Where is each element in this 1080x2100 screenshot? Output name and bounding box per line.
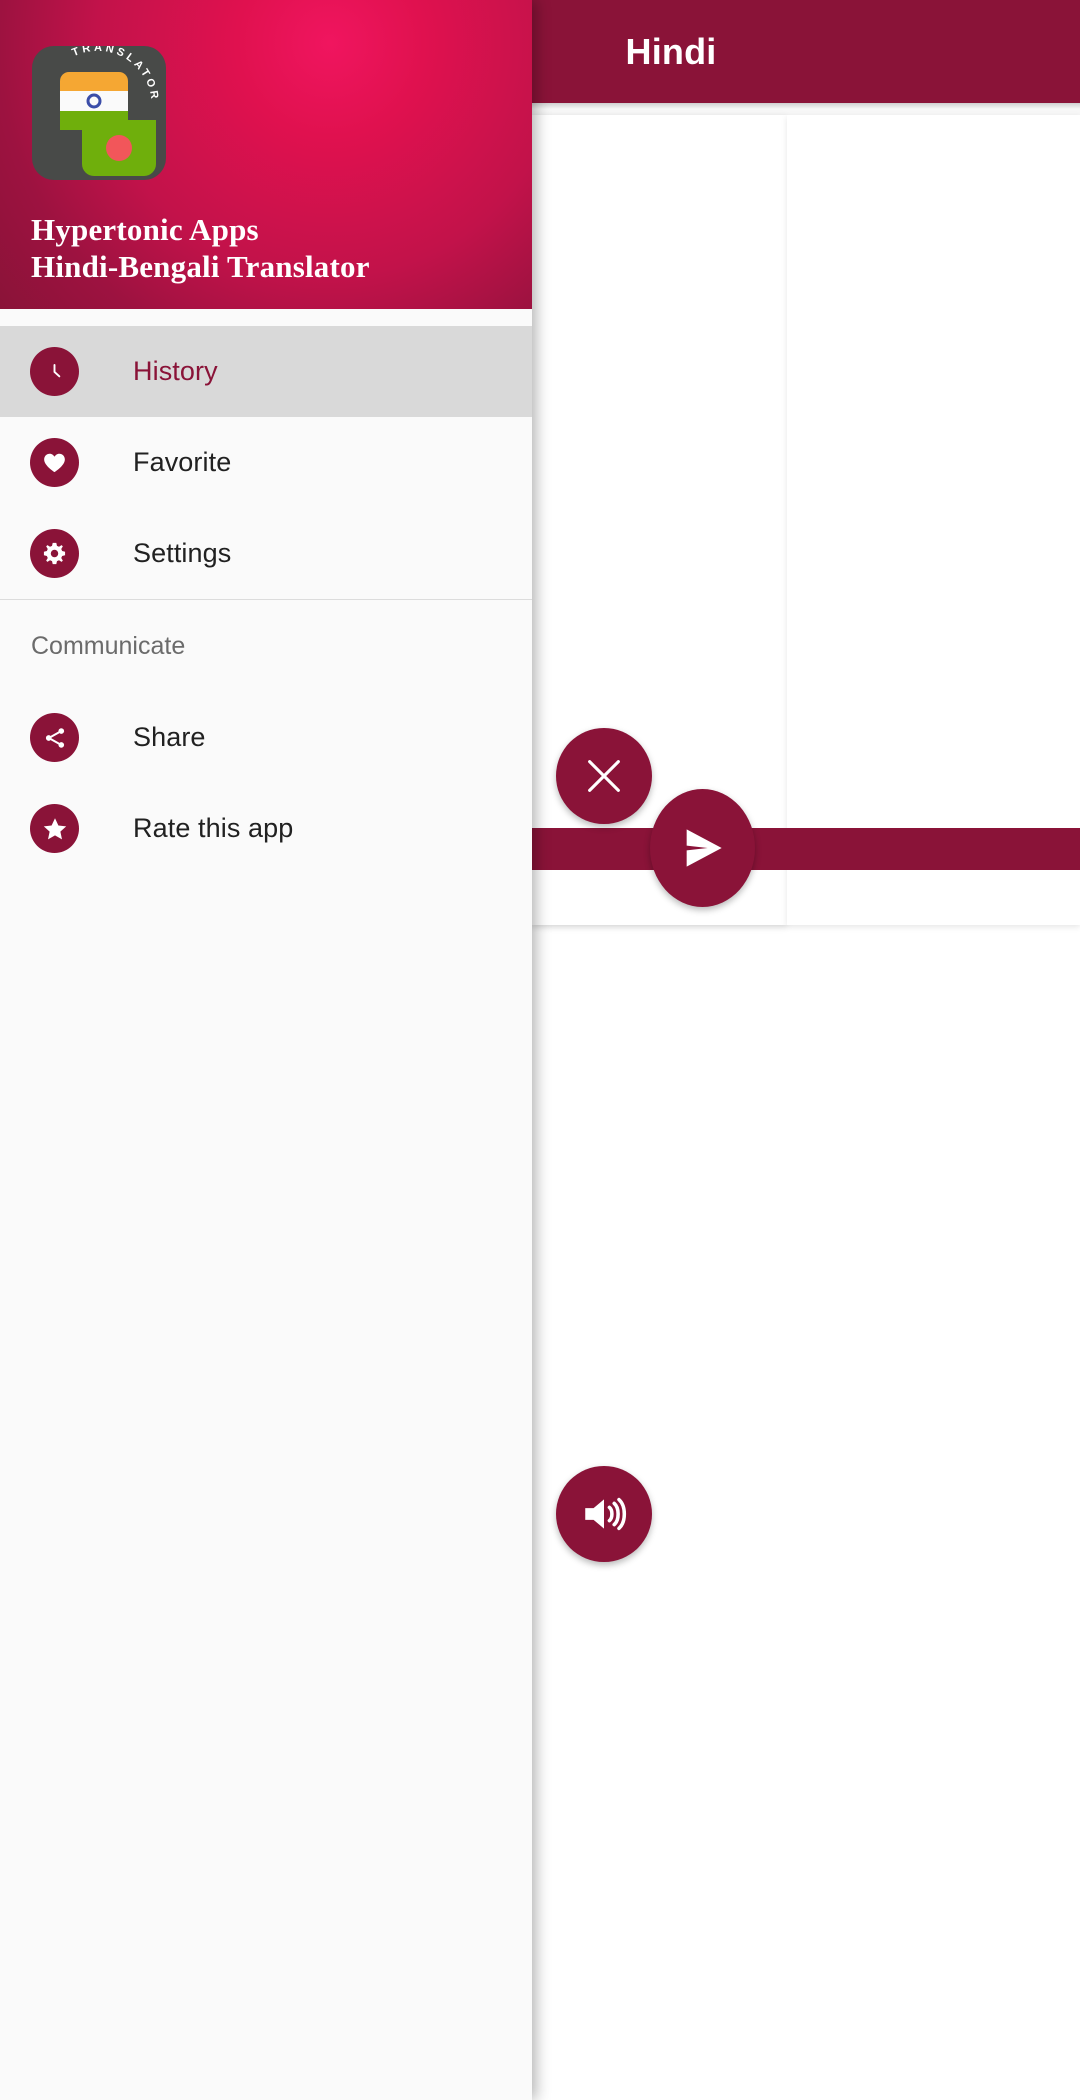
close-icon — [588, 760, 620, 792]
app-logo-icon: TRANSLATOR — [32, 46, 166, 180]
volume-icon — [585, 1497, 627, 1531]
speak-button[interactable] — [556, 1466, 652, 1562]
drawer-spacer — [0, 309, 532, 326]
drawer-developer-name: Hypertonic Apps — [31, 212, 259, 247]
clear-button[interactable] — [556, 728, 652, 824]
input-card-right[interactable] — [787, 115, 1080, 925]
drawer-primary-menu: History Favorite Settings — [0, 326, 532, 599]
share-icon — [30, 713, 79, 762]
drawer-section-communicate: Communicate — [0, 600, 532, 692]
sidebar-item-label: History — [133, 356, 218, 386]
translator-arc-text: TRANSLATOR — [70, 46, 160, 103]
sidebar-item-label: Rate this app — [133, 813, 294, 843]
drawer-secondary-menu: Share Rate this app — [0, 692, 532, 874]
send-icon — [686, 829, 722, 867]
drawer-app-name: Hindi-Bengali Translator — [31, 249, 370, 285]
sidebar-item-share[interactable]: Share — [0, 692, 532, 783]
navigation-drawer: TRANSLATOR Hypertonic Apps Hindi-Bengali… — [0, 0, 532, 2100]
drawer-title-block: Hypertonic Apps Hindi-Bengali Translator — [31, 213, 491, 284]
send-button[interactable] — [650, 789, 755, 907]
star-icon — [30, 804, 79, 853]
gear-icon — [30, 529, 79, 578]
app-bar-title: Hindi — [625, 30, 717, 72]
sidebar-item-history[interactable]: History — [0, 326, 532, 417]
sidebar-item-rate-this-app[interactable]: Rate this app — [0, 783, 532, 874]
heart-icon — [30, 438, 79, 487]
sidebar-item-label: Settings — [133, 538, 232, 568]
sidebar-item-label: Share — [133, 722, 206, 752]
clock-icon — [30, 347, 79, 396]
sidebar-item-settings[interactable]: Settings — [0, 508, 532, 599]
sidebar-item-label: Favorite — [133, 447, 232, 477]
sidebar-item-favorite[interactable]: Favorite — [0, 417, 532, 508]
drawer-header: TRANSLATOR Hypertonic Apps Hindi-Bengali… — [0, 0, 532, 309]
svg-text:TRANSLATOR: TRANSLATOR — [70, 46, 160, 103]
